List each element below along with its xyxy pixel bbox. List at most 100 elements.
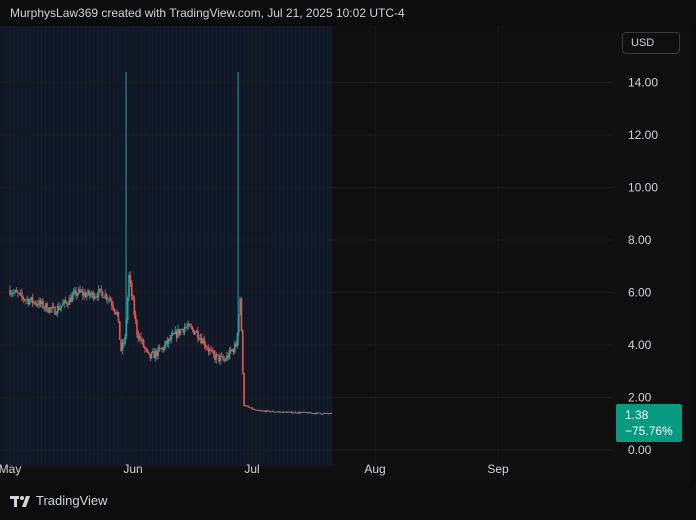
candle-body [241,330,244,374]
candle-body [191,327,194,330]
candle-body [107,299,109,301]
candle-body [43,307,46,309]
candle-body [186,326,189,328]
candle-body [13,292,15,294]
candle-body [29,300,31,305]
last-price-change: −75.76% [625,424,673,438]
candle-body [66,302,68,305]
candle-body [55,313,58,315]
candle-body [93,296,96,299]
candle-body [111,301,113,306]
x-tick-label: Jul [244,462,259,476]
candle-body [34,301,36,305]
candle-body [101,291,104,298]
last-price-value: 1.38 [625,408,649,422]
candle-body [136,320,138,335]
candle-body [210,349,212,351]
candle-body [189,324,191,327]
y-tick-label: 14.00 [628,76,658,90]
candle-body [117,312,120,322]
candle-body [253,409,256,410]
y-tick-label: 2.00 [628,391,652,405]
candle-body [148,351,150,355]
candle-body [100,288,103,292]
currency-label: USD [631,37,655,49]
y-tick-label: 8.00 [628,233,652,247]
candle-body [134,314,137,321]
candle-body [224,360,227,361]
candle-body [59,307,62,310]
x-tick-label: Aug [364,462,385,476]
candle-body [251,407,253,410]
candle-body [179,329,182,335]
tradingview-logo-icon [10,495,30,507]
candle-body [215,354,218,360]
candle-body [330,413,333,414]
y-tick-label: 0.00 [628,443,652,457]
candle-body [129,275,132,283]
candle-body [72,292,75,296]
candle-body [60,305,63,308]
candle-body [126,297,129,321]
candle-body [197,330,199,339]
y-axis: 0.00 2.00 4.00 6.00 8.00 10.00 12.00 14.00 [628,76,658,458]
tradingview-logo[interactable]: TradingView [10,493,108,508]
candle-body [158,347,161,349]
candle-body [206,346,208,349]
candle-body [243,373,245,406]
y-tick-label: 12.00 [628,128,658,142]
candle-body [170,335,173,341]
candle-body [46,303,48,312]
session-highlight-layer [0,26,332,466]
candle-body [321,414,323,415]
currency-selector-button[interactable]: USD [622,32,680,54]
candle-body [272,411,274,412]
candle-body [204,345,207,347]
candle-body [97,289,100,298]
y-tick-label: 4.00 [628,338,652,352]
candle-body [11,293,14,295]
candle-body [247,405,249,407]
candle-body [146,349,149,352]
candle-body [157,347,159,357]
candle-body [71,295,73,303]
tradingview-brand: TradingView [36,493,108,508]
candle-body [194,332,196,335]
candle-body [54,307,56,315]
candle-body [64,300,67,303]
candle-body [62,303,64,306]
candle-body [294,412,297,414]
candle-body [130,282,133,296]
candle-body [150,352,153,359]
x-tick-label: May [0,462,21,476]
candle-body [76,293,79,297]
candle-body [144,347,146,349]
x-tick-label: Sep [487,462,509,476]
price-chart[interactable]: 0.00 2.00 4.00 6.00 8.00 10.00 12.00 14.00 May J… [0,26,690,485]
last-price-badge: 1.38 −75.76% [616,404,682,442]
candle-body [133,299,136,315]
chart-attribution: MurphysLaw369 created with TradingView.c… [10,6,405,20]
candle-body [85,294,88,298]
x-tick-label: Jun [123,462,142,476]
candle-body [89,294,92,296]
candle-body [163,344,166,350]
candle-body [112,305,114,309]
candle-body [296,413,298,414]
candle-body [113,308,116,312]
candle-body [240,298,243,331]
candle-body [118,321,121,340]
candle-body [21,292,23,298]
candle-body [25,299,27,301]
candle-body [109,298,112,302]
candle-body [132,295,134,300]
candle-body [121,342,124,352]
candle-body [211,350,214,352]
candle-body [105,294,108,300]
candle-body [212,351,215,355]
candle-body [222,356,224,360]
candle-body [203,339,206,346]
y-tick-label: 6.00 [628,286,652,300]
candle-body [145,348,148,350]
y-tick-label: 10.00 [628,181,658,195]
